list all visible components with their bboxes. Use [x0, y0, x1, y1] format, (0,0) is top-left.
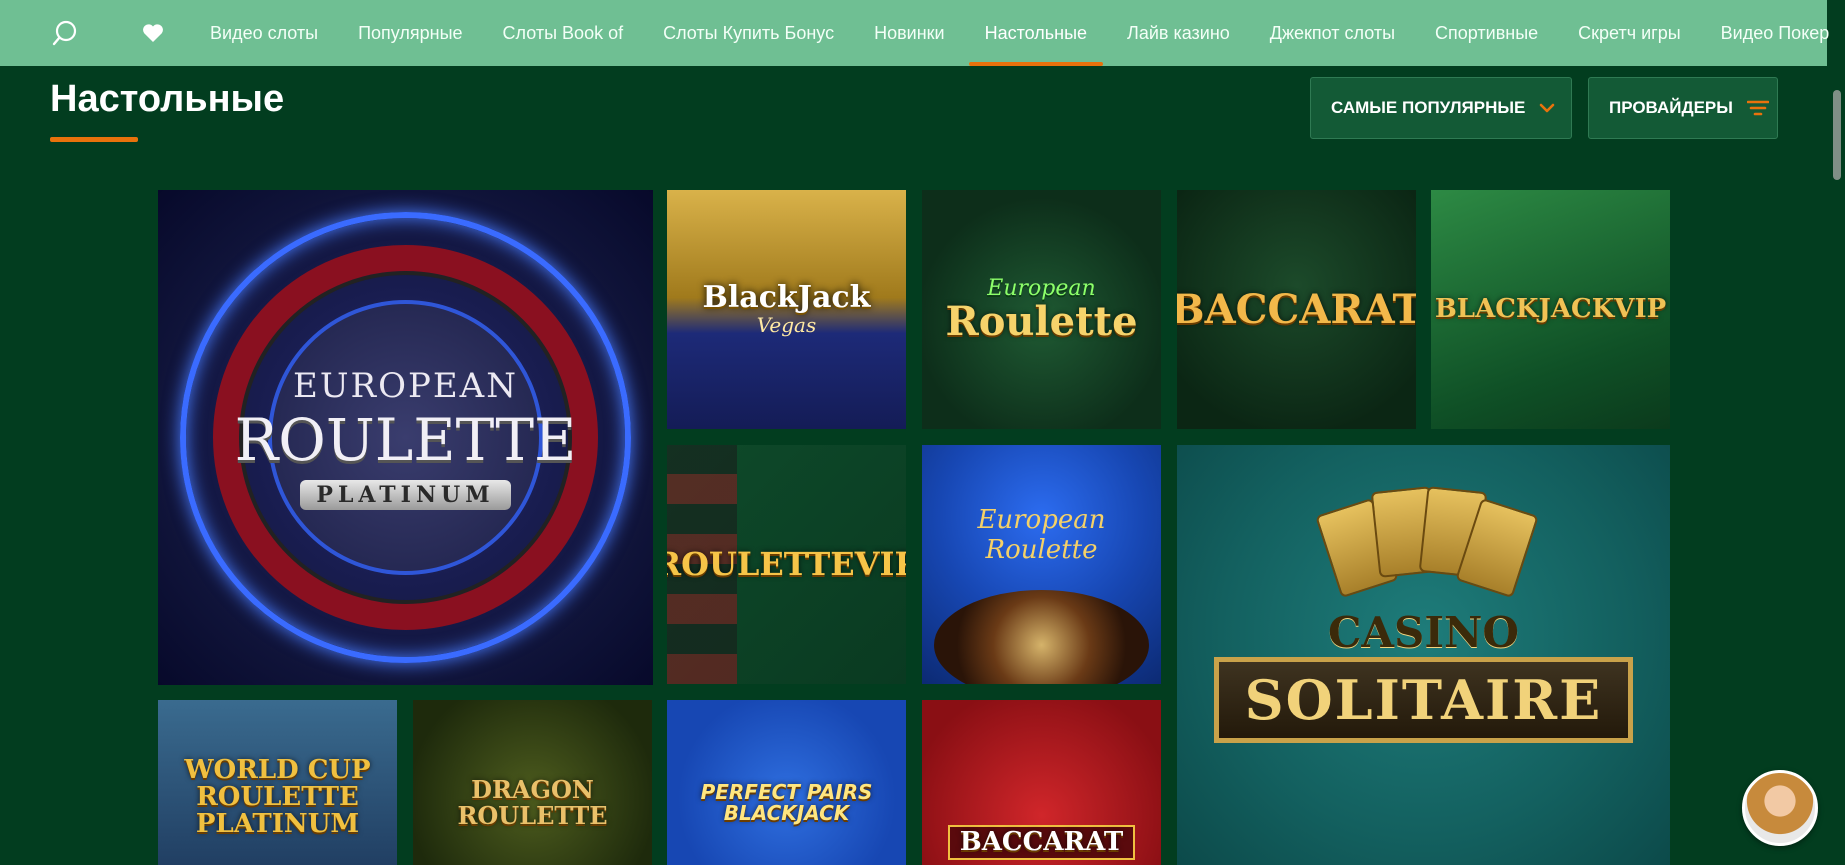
sort-button-label: САМЫЕ ПОПУЛЯРНЫЕ	[1331, 98, 1526, 117]
game-title: European Roulette	[977, 504, 1106, 565]
game-tile-blackjack-vegas[interactable]: BlackJack Vegas	[667, 190, 906, 429]
scrollbar-track[interactable]	[1827, 66, 1845, 865]
support-chat-avatar[interactable]	[1742, 770, 1818, 846]
tab-table-games[interactable]: Настольные	[965, 0, 1107, 66]
roulette-wheel-graphic	[934, 590, 1149, 684]
game-subtitle: Vegas	[756, 313, 817, 338]
game-title: BlackJack	[702, 279, 871, 315]
game-tile-perfect-pairs-blackjack[interactable]: PERFECT PAIRS BLACKJACK	[667, 700, 906, 865]
tab-new[interactable]: Новинки	[854, 0, 965, 66]
game-title-line-2: SOLITAIRE	[1213, 656, 1634, 743]
playing-cards-graphic	[1315, 485, 1539, 599]
top-navigation: Видео слоты Популярные Слоты Book of Сло…	[0, 0, 1829, 66]
tab-scratch-games[interactable]: Скретч игры	[1558, 0, 1701, 66]
game-tile-baccarat-2[interactable]: BACCARAT	[922, 700, 1161, 865]
game-tile-dragon-roulette[interactable]: DRAGON ROULETTE	[413, 700, 652, 865]
filter-icon	[1746, 100, 1769, 116]
heart-icon[interactable]	[138, 18, 168, 48]
game-logo: EUROPEAN ROULETTE PLATINUM	[234, 365, 577, 510]
game-title: Roulette	[945, 298, 1138, 345]
tab-popular[interactable]: Популярные	[338, 0, 482, 66]
providers-filter-button[interactable]: ПРОВАЙДЕРЫ	[1588, 77, 1778, 139]
sort-dropdown-button[interactable]: САМЫЕ ПОПУЛЯРНЫЕ	[1310, 77, 1572, 139]
game-title: BACCARAT	[947, 824, 1136, 861]
game-title: BLACKJACKVIP	[1434, 293, 1667, 324]
game-title-line-2: ROULETTE	[234, 405, 577, 474]
game-title: WORLD CUP ROULETTE PLATINUM	[184, 754, 371, 840]
scrollbar-thumb[interactable]	[1833, 90, 1841, 180]
game-logo: CASINO SOLITAIRE	[1213, 607, 1634, 743]
search-icon[interactable]	[50, 18, 80, 48]
tab-jackpot-slots[interactable]: Джекпот слоты	[1250, 0, 1415, 66]
game-tile-european-roulette[interactable]: European Roulette	[922, 190, 1161, 429]
game-title: BACCARAT	[1177, 285, 1416, 333]
game-title: DRAGON ROULETTE	[457, 775, 608, 830]
page-title: Настольные	[50, 78, 285, 120]
game-logo: European Roulette	[945, 276, 1137, 343]
game-tile-roulette-vip[interactable]: ROULETTEVIP	[667, 445, 906, 684]
game-title-line-1: CASINO	[1328, 607, 1519, 657]
game-tile-casino-solitaire[interactable]: CASINO SOLITAIRE	[1177, 445, 1670, 865]
tab-book-of-slots[interactable]: Слоты Book of	[483, 0, 644, 66]
game-tile-world-cup-roulette[interactable]: WORLD CUP ROULETTE PLATINUM	[158, 700, 397, 865]
tab-video-slots[interactable]: Видео слоты	[190, 0, 338, 66]
providers-button-label: ПРОВАЙДЕРЫ	[1609, 98, 1733, 117]
game-title: ROULETTEVIP	[667, 544, 906, 583]
game-tile-european-roulette-3d[interactable]: European Roulette	[922, 445, 1161, 684]
tab-live-casino[interactable]: Лайв казино	[1107, 0, 1250, 66]
game-tile-blackjack-vip[interactable]: BLACKJACKVIP	[1431, 190, 1670, 429]
game-title: PERFECT PAIRS BLACKJACK	[700, 779, 873, 825]
game-tile-european-roulette-platinum[interactable]: EUROPEAN ROULETTE PLATINUM	[158, 190, 653, 685]
game-title-line-3: PLATINUM	[300, 479, 511, 510]
category-tabs: Видео слоты Популярные Слоты Book of Сло…	[190, 0, 1845, 66]
tab-sports[interactable]: Спортивные	[1415, 0, 1558, 66]
title-underline	[50, 137, 138, 142]
tab-video-poker[interactable]: Видео Покер	[1701, 0, 1845, 66]
game-title-line-1: EUROPEAN	[293, 365, 518, 406]
game-tile-baccarat[interactable]: BACCARAT	[1177, 190, 1416, 429]
tab-bonus-buy-slots[interactable]: Слоты Купить Бонус	[643, 0, 854, 66]
game-logo: BlackJack Vegas	[703, 282, 871, 338]
chevron-down-icon	[1539, 103, 1555, 113]
